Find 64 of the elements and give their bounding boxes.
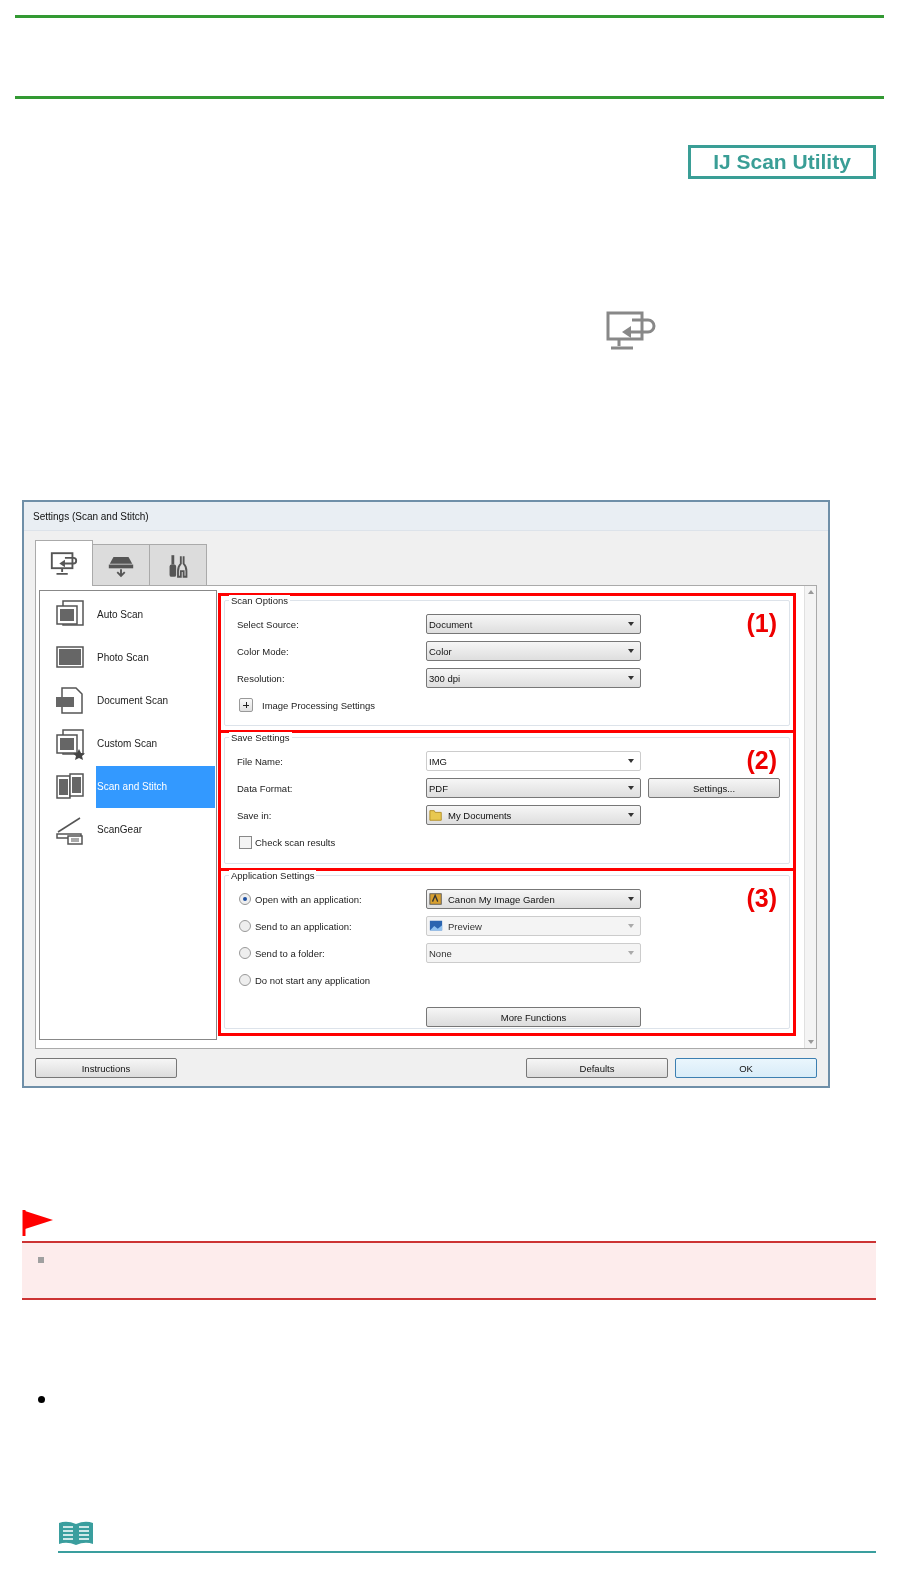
dropdown[interactable]: 300 dpi [426,668,641,688]
sidebar-item[interactable]: Auto Scan [96,593,216,636]
monitor-arrow-icon [49,550,79,577]
tab[interactable] [35,540,93,586]
checkbox-label: Check scan results [255,836,336,848]
field-label: Data Format: [237,782,294,794]
caret-icon [628,622,634,626]
folder-icon [429,808,443,822]
dropdown[interactable]: PDF [426,778,641,798]
field-label: Save in: [237,809,273,821]
callout-number: (3) [746,884,777,913]
field-label: File Name: [237,755,284,767]
caret-icon [628,676,634,680]
caret-icon [628,951,634,955]
sidebar-item[interactable]: Photo Scan [96,636,216,679]
radio-label: Send to an application: [255,920,352,932]
field-label: Color Mode: [237,645,290,657]
tab[interactable] [92,544,150,585]
caret-icon [628,649,634,653]
group-title: Application Settings [229,870,317,881]
caret-icon [628,897,634,901]
sidebar-item[interactable]: Custom Scan [96,722,216,765]
dropdown[interactable]: My Documents [426,805,641,825]
more-functions-button[interactable]: More Functions [426,1007,641,1027]
dropdown[interactable]: IMG [426,751,641,771]
scrollbar[interactable] [804,586,816,1048]
dialog-button[interactable]: OK [675,1058,817,1078]
expand-toggle[interactable] [239,698,253,712]
caret-icon [628,759,634,763]
dropdown[interactable]: Color [426,641,641,661]
sidebar-item[interactable]: Document Scan [96,679,216,722]
callout-number: (2) [746,746,777,775]
flag-icon [22,1209,54,1237]
dropdown[interactable]: Canon My Image Garden [426,889,641,909]
field-label: Resolution: [237,672,286,684]
group-title: Save Settings [229,732,292,743]
sidebar-item[interactable]: ScanGear [96,808,216,851]
caret-icon [628,924,634,928]
radio-button[interactable] [239,974,251,986]
picture-icon [429,919,443,933]
radio-button[interactable] [239,893,251,905]
checkbox[interactable] [239,835,252,849]
group-title: Scan Options [229,595,291,606]
dialog-button[interactable]: Defaults [526,1058,668,1078]
tab[interactable] [149,544,207,585]
app-icon [429,892,443,906]
bullet-icon [38,1257,44,1263]
caret-icon [628,813,634,817]
window-title: Settings (Scan and Stitch) [33,510,149,522]
section-label: Image Processing Settings [262,699,375,711]
dropdown[interactable]: Document [426,614,641,634]
radio-label: Do not start any application [255,974,371,986]
custom-scan-icon [54,727,86,760]
caret-icon [628,786,634,790]
radio-label: Open with an application: [255,893,362,905]
settings-button[interactable]: Settings... [648,778,780,798]
dialog-button[interactable]: Instructions [35,1058,177,1078]
product-logo: IJ Scan Utility [688,145,876,179]
field-label: Select Source: [237,618,300,630]
bullet-icon [38,1396,45,1403]
pdf-document-icon [54,684,86,717]
open-book-icon [58,1520,94,1546]
callout-number: (1) [746,609,777,638]
radio-label: Send to a folder: [255,947,325,959]
